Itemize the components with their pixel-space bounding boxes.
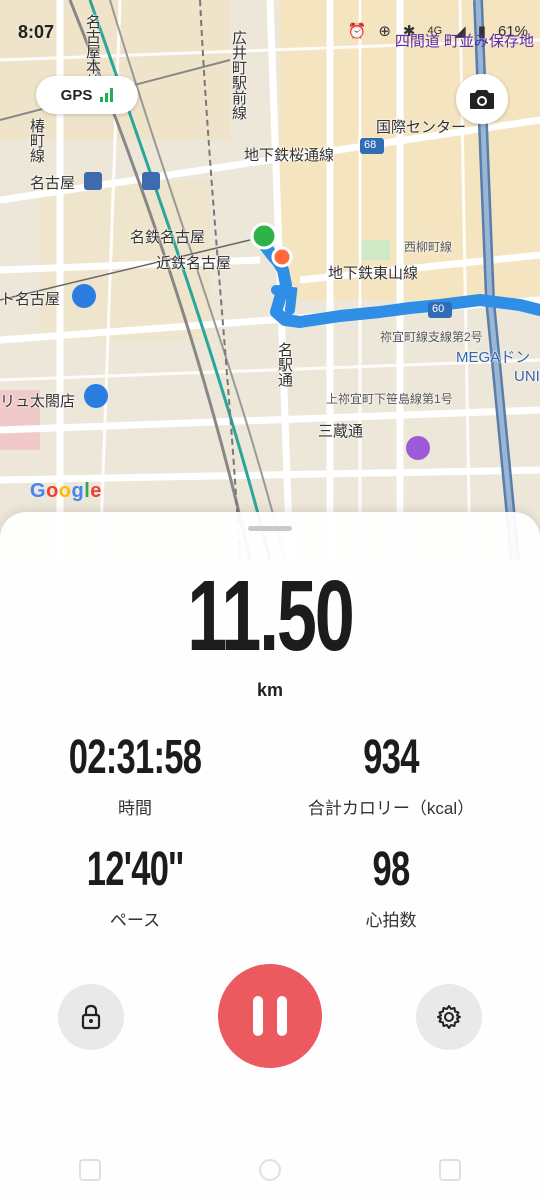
gps-signal-icon bbox=[100, 88, 114, 102]
pause-icon-bar-left bbox=[253, 996, 263, 1036]
settings-button[interactable] bbox=[416, 984, 482, 1050]
map-label-meitetsu: 名鉄名古屋 bbox=[130, 229, 206, 246]
lock-button[interactable] bbox=[58, 984, 124, 1050]
heart-rate-stat: 98 心拍数 bbox=[256, 846, 526, 931]
duration-label: 時間 bbox=[118, 799, 152, 818]
lock-icon bbox=[81, 1004, 101, 1030]
workout-panel: 11.50 km 02:31:58 時間 934 合計カロリー（kcal） 12… bbox=[0, 512, 540, 1200]
gps-label: GPS bbox=[60, 86, 93, 104]
map-label-taiko: リュ太閤店 bbox=[0, 393, 76, 410]
pause-button[interactable] bbox=[218, 964, 322, 1068]
road-badge-68: 68 bbox=[364, 139, 377, 151]
pause-icon-bar-right bbox=[277, 996, 287, 1036]
map-label-kintetsu: 近鉄名古屋 bbox=[156, 255, 232, 272]
pace-value: 12'40'' bbox=[86, 843, 184, 896]
map-label-uni: UNI bbox=[514, 368, 540, 385]
sync-icon: ⊕ bbox=[378, 23, 391, 40]
nav-back-icon[interactable] bbox=[79, 1159, 101, 1181]
road-badge-60: 60 bbox=[432, 303, 445, 315]
system-nav-bar bbox=[0, 1140, 540, 1200]
map-label-nagoya: 名古屋 bbox=[30, 175, 76, 192]
google-logo: Google bbox=[30, 480, 102, 502]
map-label-mega: MEGAドン bbox=[456, 349, 531, 366]
nav-recents-icon[interactable] bbox=[439, 1159, 461, 1181]
map-label-sanzo: 三蔵通 bbox=[318, 423, 364, 440]
status-time: 8:07 bbox=[18, 22, 55, 42]
distance-value: 11.50 bbox=[187, 560, 355, 672]
map-label-kami: 上祢宜町下笹島線第1号 bbox=[326, 392, 453, 406]
map-label-shikemichi: 四間道 町並み保存地 bbox=[394, 33, 534, 50]
heart-rate-value: 98 bbox=[372, 843, 410, 896]
drag-handle[interactable] bbox=[248, 526, 292, 531]
map-label-sakuradori: 地下鉄桜通線 bbox=[244, 147, 335, 164]
map-label-higashiyama: 地下鉄東山線 bbox=[328, 265, 419, 282]
map-label-negi: 祢宜町線支線第2号 bbox=[380, 330, 483, 344]
distance-unit: km bbox=[256, 680, 283, 700]
gear-icon bbox=[437, 1005, 461, 1029]
gps-indicator: GPS bbox=[36, 76, 138, 114]
duration-stat: 02:31:58 時間 bbox=[0, 734, 270, 819]
duration-value: 02:31:58 bbox=[68, 731, 202, 784]
calories-value: 934 bbox=[363, 731, 419, 784]
status-bar: 8:07 ⏰ ⊕ ✱ 4G ◢ ▮ 61% 四間道 町並み保存地 bbox=[0, 0, 540, 60]
map-label-meieki-ave: 名駅通 bbox=[276, 342, 293, 387]
map-label-kokusai: 国際センター bbox=[376, 119, 467, 136]
map-label-nagoya2: ト名古屋 bbox=[0, 291, 61, 308]
pace-stat: 12'40'' ペース bbox=[0, 846, 270, 931]
nav-home-icon[interactable] bbox=[259, 1159, 281, 1181]
map-label-nishiyanagi: 西柳町線 bbox=[404, 240, 453, 254]
camera-icon bbox=[470, 90, 494, 109]
calories-stat: 934 合計カロリー（kcal） bbox=[256, 734, 526, 819]
alarm-icon: ⏰ bbox=[347, 23, 367, 40]
pace-label: ペース bbox=[109, 911, 161, 930]
map-label-tsubakicho: 椿町線 bbox=[28, 118, 45, 163]
calories-label: 合計カロリー（kcal） bbox=[307, 799, 475, 818]
heart-rate-label: 心拍数 bbox=[365, 911, 417, 930]
camera-button[interactable] bbox=[456, 74, 508, 124]
